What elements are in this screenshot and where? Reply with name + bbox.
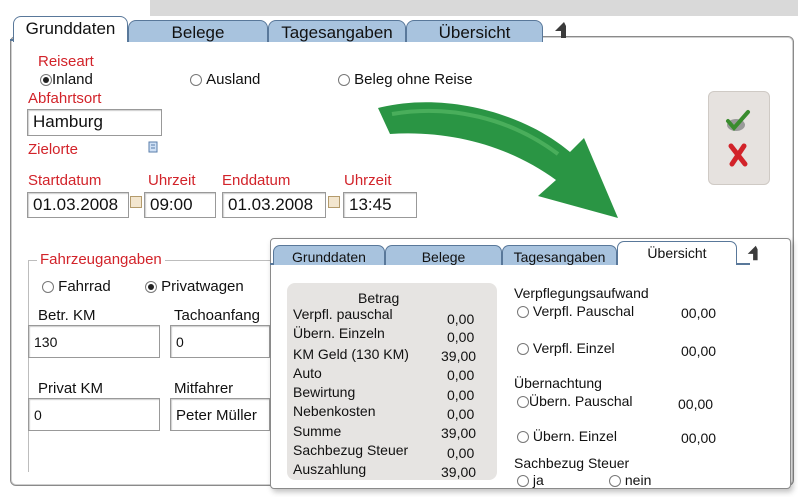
startdatum-input[interactable]: 01.03.2008 xyxy=(27,192,129,218)
radio-beleg-ohne-reise-label: Beleg ohne Reise xyxy=(354,71,473,88)
checkmark-icon[interactable] xyxy=(722,107,752,135)
uebern-pauschal-value: 00,00 xyxy=(678,396,714,412)
radio-ausland-indicator[interactable] xyxy=(190,74,202,87)
overlay-tab-tagesangaben[interactable]: Tagesangaben xyxy=(502,245,617,265)
mitfahrer-input[interactable]: Peter Müller xyxy=(170,398,270,431)
row-label: KM Geld (130 KM) xyxy=(293,346,409,362)
tachoanfang-input[interactable]: 0 xyxy=(170,325,270,358)
sachbezug-title: Sachbezug Steuer xyxy=(514,455,630,471)
radio-sachbezug-nein-label: nein xyxy=(624,472,652,488)
row-label: Auto xyxy=(293,365,322,381)
overlay-tab-belege[interactable]: Belege xyxy=(385,245,502,265)
radio-ausland-label: Ausland xyxy=(206,71,261,88)
abfahrtsort-input[interactable]: Hamburg xyxy=(27,109,162,136)
overlay-tab-uebersicht[interactable]: Übersicht xyxy=(617,241,737,265)
tab-grunddaten[interactable]: Grunddaten xyxy=(13,16,128,42)
fahrzeug-label: Fahrzeugangaben xyxy=(37,251,165,268)
radio-privatwagen-indicator[interactable] xyxy=(145,281,157,294)
radio-sachbezug-ja-indicator[interactable] xyxy=(517,475,529,488)
calendar-icon[interactable] xyxy=(130,196,142,208)
betr-km-label: Betr. KM xyxy=(38,307,96,324)
radio-privatwagen[interactable]: Privatwagen xyxy=(145,278,244,295)
red-x-icon[interactable] xyxy=(727,143,749,167)
radio-uebern-einzel-indicator[interactable] xyxy=(517,431,529,444)
radio-inland[interactable]: Inland xyxy=(40,71,93,88)
radio-uebern-einzel[interactable]: Übern. Einzel xyxy=(517,428,617,444)
radio-verpfl-pauschal-indicator[interactable] xyxy=(517,306,529,319)
row-value: 0,00 xyxy=(447,311,475,327)
radio-sachbezug-nein[interactable]: nein xyxy=(609,472,651,488)
row-value: 0,00 xyxy=(447,445,475,461)
verpfl-einzel-value: 00,00 xyxy=(681,343,717,359)
radio-uebern-einzel-label: Übern. Einzel xyxy=(532,428,617,444)
enddatum-input[interactable]: 01.03.2008 xyxy=(222,192,326,218)
radio-ausland[interactable]: Ausland xyxy=(190,71,260,88)
radio-verpfl-einzel-label: Verpfl. Einzel xyxy=(532,340,615,356)
row-label: Übern. Einzeln xyxy=(293,325,385,341)
calendar-icon-end[interactable] xyxy=(328,196,340,208)
verpflegung-title: Verpflegungsaufwand xyxy=(514,285,649,301)
radio-inland-label: Inland xyxy=(52,71,93,88)
radio-fahrrad-label: Fahrrad xyxy=(58,278,111,295)
green-arrow-graphic xyxy=(378,102,618,218)
radio-uebern-pauschal-indicator[interactable] xyxy=(517,396,529,409)
startdatum-label: Startdatum xyxy=(28,172,102,189)
betr-km-input[interactable]: 130 xyxy=(28,325,160,358)
radio-verpfl-einzel-indicator[interactable] xyxy=(517,343,529,356)
enddatum-label: Enddatum xyxy=(222,172,291,189)
row-label: Bewirtung xyxy=(293,384,356,400)
document-icon[interactable] xyxy=(148,141,158,153)
row-value: 39,00 xyxy=(441,348,477,364)
row-label: Auszahlung xyxy=(293,461,367,477)
top-strip xyxy=(150,0,798,16)
row-value: 0,00 xyxy=(447,387,475,403)
overlay-tab-grunddaten[interactable]: Grunddaten xyxy=(273,245,385,265)
radio-verpfl-pauschal[interactable]: Verpfl. Pauschal xyxy=(517,303,634,319)
radio-uebern-pauschal-label: Übern. Pauschal xyxy=(529,393,633,409)
radio-verpfl-pauschal-label: Verpfl. Pauschal xyxy=(532,303,635,319)
tab-tagesangaben[interactable]: Tagesangaben xyxy=(268,20,406,42)
radio-sachbezug-ja[interactable]: ja xyxy=(517,472,544,488)
radio-sachbezug-ja-label: ja xyxy=(532,472,544,488)
verpfl-pauschal-value: 00,00 xyxy=(681,305,717,321)
radio-verpfl-einzel[interactable]: Verpfl. Einzel xyxy=(517,340,615,356)
uebern-einzel-value: 00,00 xyxy=(681,430,717,446)
radio-beleg-ohne-reise-indicator[interactable] xyxy=(338,74,350,87)
radio-privatwagen-label: Privatwagen xyxy=(161,278,244,295)
radio-inland-indicator[interactable] xyxy=(40,74,52,87)
zielorte-label: Zielorte xyxy=(28,141,79,158)
reiseart-label: Reiseart xyxy=(38,53,94,70)
privat-km-input[interactable]: 0 xyxy=(28,398,160,431)
tab-belege[interactable]: Belege xyxy=(128,20,268,42)
arrow-back-icon[interactable] xyxy=(552,20,572,40)
radio-uebern-pauschal[interactable]: Übern. Pauschal xyxy=(517,393,633,409)
uebernachtung-title: Übernachtung xyxy=(514,375,602,391)
row-value: 0,00 xyxy=(447,406,475,422)
row-value: 0,00 xyxy=(447,367,475,383)
tab-uebersicht[interactable]: Übersicht xyxy=(406,20,543,42)
row-label: Verpfl. pauschal xyxy=(293,306,393,322)
row-value: 0,00 xyxy=(447,329,475,345)
row-label: Sachbezug Steuer xyxy=(293,442,409,458)
row-label: Summe xyxy=(293,423,342,439)
mitfahrer-label: Mitfahrer xyxy=(174,380,234,397)
abfahrtsort-label: Abfahrtsort xyxy=(28,90,102,107)
privat-km-label: Privat KM xyxy=(38,380,104,397)
action-panel xyxy=(708,91,770,185)
uhrzeit-start-input[interactable]: 09:00 xyxy=(144,192,216,218)
row-value: 39,00 xyxy=(441,464,477,480)
radio-beleg-ohne-reise[interactable]: Beleg ohne Reise xyxy=(338,71,473,88)
radio-fahrrad[interactable]: Fahrrad xyxy=(42,278,111,295)
uhrzeit-start-label: Uhrzeit xyxy=(148,172,196,189)
radio-fahrrad-indicator[interactable] xyxy=(42,281,54,294)
row-label: Nebenkosten xyxy=(293,403,376,419)
tachoanfang-label: Tachoanfang xyxy=(174,307,260,324)
radio-sachbezug-nein-indicator[interactable] xyxy=(609,475,621,488)
betrag-header: Betrag xyxy=(358,290,400,306)
row-value: 39,00 xyxy=(441,425,477,441)
overlay-arrow-back-icon[interactable] xyxy=(745,244,763,262)
